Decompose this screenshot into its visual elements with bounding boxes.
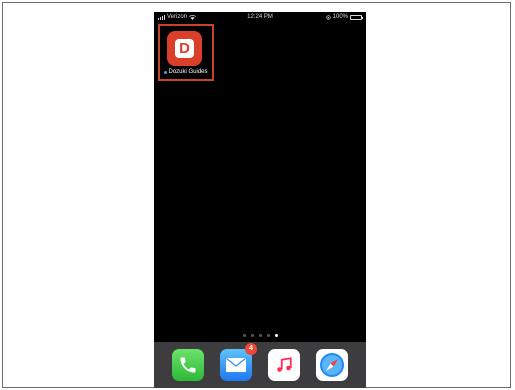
dock: 4	[154, 342, 366, 388]
page-dot	[250, 334, 254, 337]
page-indicator[interactable]	[154, 334, 366, 337]
orientation-lock-icon	[326, 15, 331, 20]
battery-icon	[350, 15, 363, 20]
phone-icon	[180, 357, 196, 373]
dozuki-logo-tile: D	[175, 39, 194, 58]
compass-icon	[320, 353, 344, 377]
page-dot	[266, 334, 270, 337]
phone-app-icon[interactable]	[172, 349, 204, 381]
battery-percent: 100%	[332, 14, 348, 20]
new-install-dot	[164, 70, 168, 74]
dozuki-icon-letter: D	[179, 40, 190, 57]
status-right: 100%	[326, 12, 363, 23]
dozuki-app-label[interactable]: Dozuki Guides	[160, 69, 212, 75]
music-note-icon	[277, 357, 292, 372]
music-app-icon[interactable]	[268, 349, 300, 381]
safari-app-icon[interactable]	[316, 349, 348, 381]
status-bar: Verizon 12:24 PM 100%	[154, 12, 366, 23]
dozuki-app-icon[interactable]: D	[167, 31, 202, 66]
mail-app-icon[interactable]: 4	[220, 343, 257, 381]
page-dot-active	[274, 334, 278, 337]
mail-badge: 4	[245, 343, 257, 355]
dozuki-app-name: Dozuki Guides	[168, 69, 208, 75]
phone-screen: Verizon 12:24 PM 100% D Dozuki Guides 4	[154, 12, 366, 388]
page-dot	[242, 334, 246, 337]
mail-icon	[226, 357, 246, 372]
page-dot	[258, 334, 262, 337]
